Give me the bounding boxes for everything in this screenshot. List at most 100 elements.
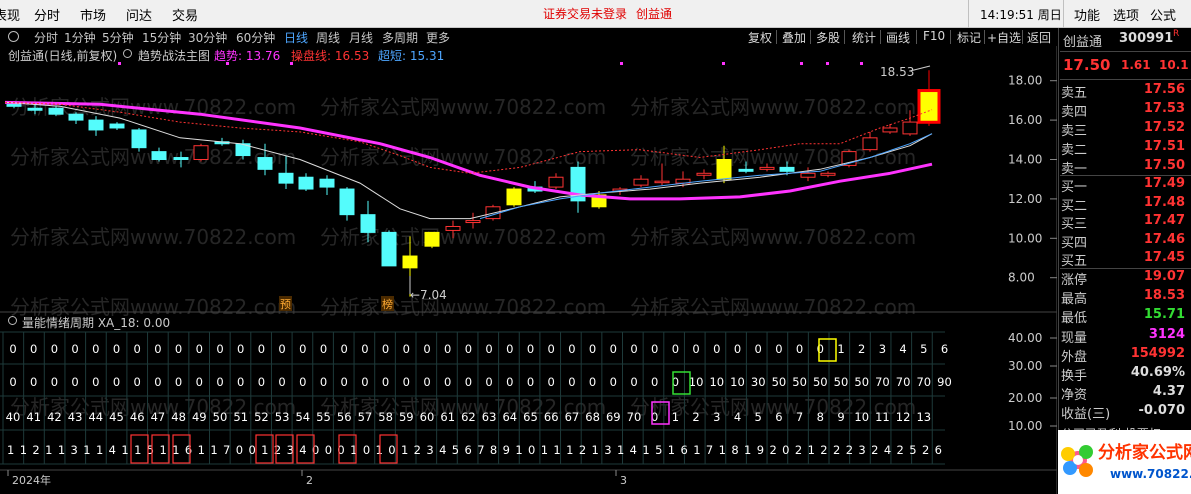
stats-button[interactable]: 统计 xyxy=(852,29,876,46)
candle-body xyxy=(68,113,84,121)
tab-more[interactable]: 更多 xyxy=(426,29,450,46)
grid-cell: 0 xyxy=(341,342,348,356)
menu-item-jiaoyi[interactable]: 交易 xyxy=(172,5,198,24)
settings-circle-icon[interactable] xyxy=(123,49,132,58)
candle-body xyxy=(779,166,795,172)
menu-item-biaoxian[interactable]: 表现 xyxy=(0,5,20,24)
candle-body xyxy=(445,225,461,231)
tab-daily[interactable]: 日线 xyxy=(284,29,308,46)
grid-cell: 0 xyxy=(713,342,720,356)
tab-30min[interactable]: 30分钟 xyxy=(188,29,227,46)
sub-settings-circle-icon[interactable] xyxy=(8,316,17,325)
overlay-button[interactable]: 叠加 xyxy=(782,29,806,46)
grid-cell: 0 xyxy=(258,375,265,389)
stat-row-value: 3124 xyxy=(1148,326,1185,342)
tab-monthly[interactable]: 月线 xyxy=(349,29,373,46)
menu-item-xuanxiang[interactable]: 选项 xyxy=(1113,5,1139,24)
menu-item-gongneng[interactable]: 功能 xyxy=(1074,5,1100,24)
indicator-name[interactable]: 趋势战法主图 xyxy=(138,47,210,64)
f10-button[interactable]: F10 xyxy=(923,29,945,43)
multi-stock-button[interactable]: 多股 xyxy=(816,29,840,46)
grid-cell: 1 xyxy=(672,410,679,424)
stat-row-label: 涨停 xyxy=(1061,273,1088,288)
candle-body xyxy=(548,176,564,188)
bid-row: 买五 17.45 xyxy=(1061,250,1189,269)
bid-row: 买二 17.48 xyxy=(1061,195,1189,214)
grid-cell: 57 xyxy=(358,410,373,424)
menu-item-shichang[interactable]: 市场 xyxy=(80,5,106,24)
add-watchlist-button[interactable]: +自选 xyxy=(987,29,1021,46)
grid-cell: 2 xyxy=(858,342,865,356)
quote-stock-code: 300991 xyxy=(1119,31,1174,46)
candle-body xyxy=(27,107,43,111)
candle-body xyxy=(654,180,670,184)
menu-item-gongshi[interactable]: 公式 xyxy=(1150,5,1176,24)
mark-button[interactable]: 标记 xyxy=(957,29,981,46)
price-axis-label: 18.00 xyxy=(1008,74,1042,88)
grid-cell: 44 xyxy=(88,410,103,424)
grid-cell: 1 xyxy=(837,342,844,356)
bid-row: 买一 17.49 xyxy=(1061,176,1189,195)
candle-body xyxy=(862,137,878,151)
chart-area[interactable]: 分析家公式网www.70822.com 分析家公式网www.70822.com 分析… xyxy=(0,46,1057,494)
grid-cell: 0 xyxy=(382,342,389,356)
grid-cell: 0 xyxy=(320,375,327,389)
grid-cell: 40 xyxy=(6,410,21,424)
grid-cell: 49 xyxy=(192,410,207,424)
price-change: 1.61 xyxy=(1121,58,1151,72)
price-axis-label: 12.00 xyxy=(1008,192,1042,206)
divider xyxy=(968,0,969,28)
candle-body xyxy=(131,129,147,149)
menu-item-wenda[interactable]: 问达 xyxy=(126,5,152,24)
date-label: 3 xyxy=(620,474,627,487)
tab-60min[interactable]: 60分钟 xyxy=(236,29,275,46)
grid-cell: 4 xyxy=(734,410,741,424)
candle-body xyxy=(882,127,898,133)
watermark-text: 分析家公式网www.70822.com xyxy=(630,95,916,119)
ask-row-value: 17.52 xyxy=(1143,120,1185,135)
tab-fenshi[interactable]: 分时 xyxy=(34,29,58,46)
grid-cell: 48 xyxy=(171,410,186,424)
high-label: 18.53 xyxy=(880,65,914,79)
grid-cell: 0 xyxy=(216,342,223,356)
menu-item-fenshi[interactable]: 分时 xyxy=(34,5,60,24)
grid-cell: 0 xyxy=(237,375,244,389)
back-button[interactable]: 返回 xyxy=(1027,29,1051,46)
grid-cell: 0 xyxy=(278,342,285,356)
candle-body xyxy=(800,172,816,178)
grid-cell: 0 xyxy=(817,342,824,356)
grid-cell: 45 xyxy=(109,410,124,424)
fuquan-button[interactable]: 复权 xyxy=(748,29,772,46)
tab-multi-period[interactable]: 多周期 xyxy=(382,29,418,46)
stat-row-value: 154992 xyxy=(1130,345,1185,361)
grid-cell: 0 xyxy=(734,342,741,356)
grid-cell: 43 xyxy=(68,410,83,424)
tab-weekly[interactable]: 周线 xyxy=(316,29,340,46)
stat-row-label: 净资 xyxy=(1061,388,1088,404)
grid-cell: 0 xyxy=(154,375,161,389)
grid-cell: 30 xyxy=(751,375,766,389)
grid-cell: 0 xyxy=(113,342,120,356)
grid-cell: 50 xyxy=(213,410,228,424)
grid-cell: 50 xyxy=(854,375,869,389)
grid-cell: 55 xyxy=(316,410,331,424)
grid-cell: 62 xyxy=(461,410,476,424)
draw-line-button[interactable]: 画线 xyxy=(886,29,910,46)
candle-body xyxy=(193,145,209,160)
signal-dot xyxy=(826,62,829,65)
signal-dot xyxy=(722,62,725,65)
grid-cell: 56 xyxy=(337,410,352,424)
grid-cell: 0 xyxy=(216,375,223,389)
grid-cell: 0 xyxy=(403,375,410,389)
circle-icon[interactable] xyxy=(8,31,19,42)
tab-5min[interactable]: 5分钟 xyxy=(102,29,134,46)
candle-body xyxy=(738,168,754,172)
tab-1min[interactable]: 1分钟 xyxy=(64,29,96,46)
grid-cell: 0 xyxy=(278,375,285,389)
trade-login-warning[interactable]: 证券交易未登录 xyxy=(543,5,627,22)
grid-cell: 63 xyxy=(482,410,497,424)
tab-15min[interactable]: 15分钟 xyxy=(142,29,181,46)
sub-axis-label: 10.00 xyxy=(1008,419,1042,433)
grid-cell: 4 xyxy=(899,342,906,356)
divider xyxy=(810,30,811,44)
